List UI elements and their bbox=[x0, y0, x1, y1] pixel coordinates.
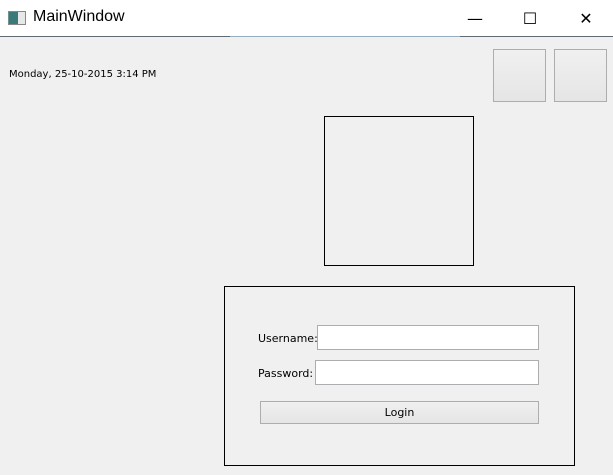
datetime-label: Monday, 25-10-2015 3:14 PM bbox=[9, 69, 157, 80]
login-panel: Username: Password: Login bbox=[224, 286, 575, 466]
login-button[interactable]: Login bbox=[260, 401, 539, 424]
close-button[interactable]: ✕ bbox=[563, 0, 609, 36]
minimize-button[interactable]: — bbox=[452, 0, 498, 36]
toolbar-button-2[interactable] bbox=[554, 49, 607, 102]
password-label: Password: bbox=[258, 367, 314, 380]
app-icon bbox=[8, 11, 26, 25]
password-input[interactable] bbox=[315, 360, 539, 385]
toolbar-button-1[interactable] bbox=[493, 49, 546, 102]
image-frame bbox=[324, 116, 474, 266]
username-label: Username: bbox=[258, 332, 318, 345]
window-title: MainWindow bbox=[33, 8, 125, 25]
title-bar: MainWindow — ☐ ✕ bbox=[0, 0, 613, 37]
title-bar-accent bbox=[230, 36, 460, 37]
username-input[interactable] bbox=[317, 325, 539, 350]
maximize-button[interactable]: ☐ bbox=[507, 0, 553, 36]
